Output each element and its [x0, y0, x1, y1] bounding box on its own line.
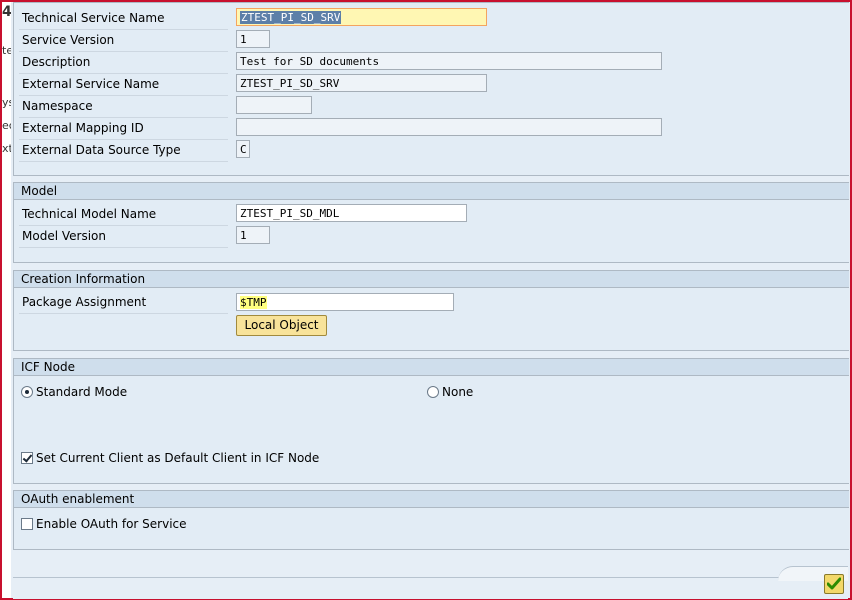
continue-button[interactable] — [824, 574, 844, 594]
green-checkmark-icon — [827, 577, 841, 590]
creation-information-title: Creation Information — [14, 271, 849, 288]
external-data-source-type-label: External Data Source Type — [19, 140, 228, 162]
enable-oauth-label: Enable OAuth for Service — [36, 517, 187, 531]
none-label: None — [442, 385, 474, 399]
namespace-field[interactable] — [236, 96, 312, 114]
technical-service-name-value: ZTEST_PI_SD_SRV — [240, 11, 342, 24]
model-version-field[interactable]: 1 — [236, 226, 270, 244]
external-mapping-id-field[interactable] — [236, 118, 662, 136]
strip-fragment: 4t — [2, 4, 11, 20]
external-mapping-id-label: External Mapping ID — [19, 118, 228, 140]
set-default-client-checkbox[interactable] — [21, 452, 33, 464]
external-service-name-field[interactable]: ZTEST_PI_SD_SRV — [236, 74, 487, 92]
service-group: Technical Service Name ZTEST_PI_SD_SRV S… — [13, 2, 849, 176]
local-object-button[interactable]: Local Object — [236, 315, 327, 336]
create-service-dialog: Technical Service Name ZTEST_PI_SD_SRV S… — [11, 2, 850, 599]
model-version-label: Model Version — [19, 226, 228, 248]
strip-fragment: ec — [2, 119, 11, 132]
standard-mode-label: Standard Mode — [36, 385, 128, 399]
oauth-enablement-group: OAuth enablement Enable OAuth for Servic… — [13, 490, 849, 550]
model-group: Model Technical Model Name ZTEST_PI_SD_M… — [13, 182, 849, 263]
icf-node-group: ICF Node Standard Mode None Set Current … — [13, 358, 849, 484]
strip-fragment: ys — [2, 96, 11, 109]
icf-node-title: ICF Node — [14, 359, 849, 376]
standard-mode-radio[interactable] — [21, 386, 33, 398]
external-data-source-type-field[interactable]: C — [236, 140, 250, 158]
creation-information-group: Creation Information Package Assignment … — [13, 270, 849, 351]
set-default-client-label: Set Current Client as Default Client in … — [36, 451, 320, 465]
strip-fragment: te — [2, 44, 11, 57]
dialog-footer — [13, 566, 848, 599]
technical-service-name-label: Technical Service Name — [19, 8, 228, 30]
service-version-field[interactable]: 1 — [236, 30, 270, 48]
description-field[interactable]: Test for SD documents — [236, 52, 662, 70]
technical-model-name-field[interactable]: ZTEST_PI_SD_MDL — [236, 204, 467, 222]
external-service-name-label: External Service Name — [19, 74, 228, 96]
none-radio[interactable] — [427, 386, 439, 398]
package-assignment-label: Package Assignment — [19, 292, 228, 314]
model-group-title: Model — [14, 183, 849, 200]
package-assignment-value: $TMP — [240, 296, 267, 309]
enable-oauth-checkbox[interactable] — [21, 518, 33, 530]
oauth-enablement-title: OAuth enablement — [14, 491, 849, 508]
service-version-label: Service Version — [19, 30, 228, 52]
technical-service-name-field[interactable]: ZTEST_PI_SD_SRV — [236, 8, 487, 26]
background-window-strip: 4t te ys ec xt — [2, 2, 11, 598]
strip-fragment: xt — [2, 142, 11, 155]
technical-model-name-label: Technical Model Name — [19, 204, 228, 226]
package-assignment-field[interactable]: $TMP — [236, 293, 454, 311]
namespace-label: Namespace — [19, 96, 228, 118]
description-label: Description — [19, 52, 228, 74]
